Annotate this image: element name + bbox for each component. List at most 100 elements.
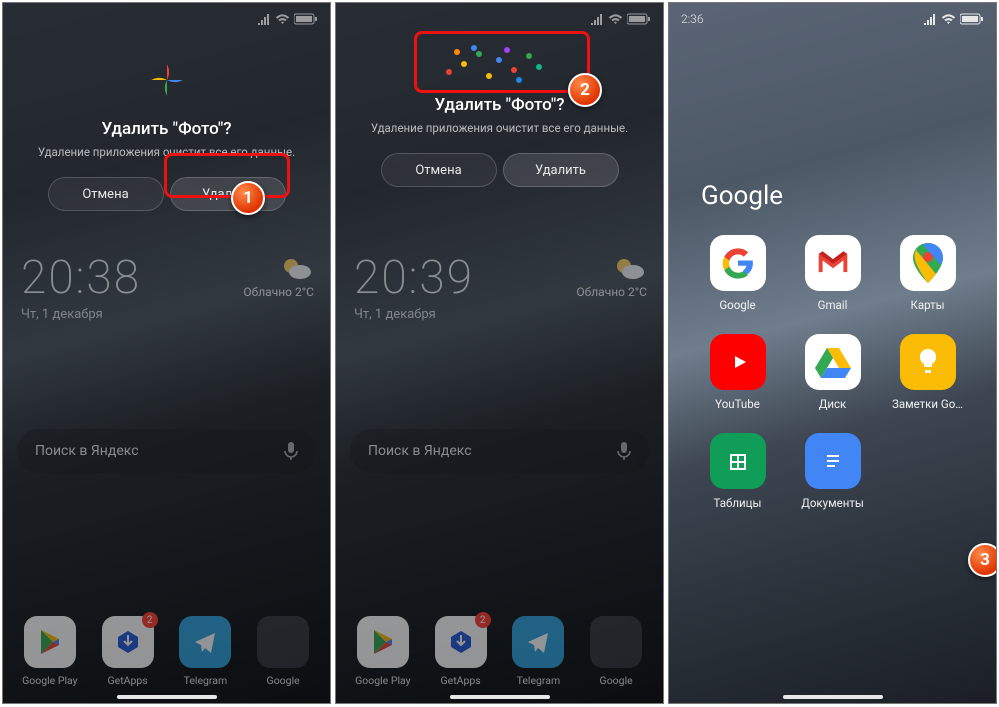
uninstall-dialog: Удалить "Фото"? Удаление приложения очис… xyxy=(3,47,330,211)
clock-time: 20:38 xyxy=(21,251,141,305)
uninstall-animation xyxy=(416,39,586,91)
clock-widget: 20:38 Чт, 1 декабря xyxy=(21,251,141,322)
cancel-button[interactable]: Отмена xyxy=(48,177,164,211)
weather-icon xyxy=(278,255,314,281)
dock-app-telegram[interactable]: Telegram xyxy=(507,616,569,687)
app-label: Документы xyxy=(792,496,874,510)
play-store-icon xyxy=(368,627,398,657)
wifi-icon xyxy=(608,13,623,25)
clock-widget: 20:39 Чт, 1 декабря xyxy=(354,251,474,322)
notification-badge: 2 xyxy=(142,612,158,628)
home-indicator[interactable] xyxy=(783,695,883,699)
dock-label: Telegram xyxy=(174,674,236,687)
weather-widget: Облачно 2°C xyxy=(576,255,647,299)
dock-app-google-play[interactable]: Google Play xyxy=(352,616,414,687)
app-gmail[interactable]: Gmail xyxy=(790,235,875,312)
weather-text: Облачно 2°C xyxy=(576,285,647,299)
signal-icon xyxy=(257,14,271,25)
telegram-icon xyxy=(190,627,220,657)
youtube-icon xyxy=(725,349,751,375)
app-label: Таблицы xyxy=(697,496,779,510)
signal-icon xyxy=(590,14,604,25)
dock-label: GetApps xyxy=(430,674,492,687)
microphone-icon[interactable] xyxy=(617,442,631,460)
dock-label: Google Play xyxy=(352,674,414,687)
step-badge-3: 3 xyxy=(968,543,997,577)
wifi-icon xyxy=(941,13,956,25)
search-placeholder: Поиск в Яндекс xyxy=(368,443,472,459)
dock-app-getapps[interactable]: 2 GetApps xyxy=(97,616,159,687)
battery-icon xyxy=(960,13,984,25)
dock-app-google-play[interactable]: Google Play xyxy=(19,616,81,687)
dock-label: GetApps xyxy=(97,674,159,687)
app-docs[interactable]: Документы xyxy=(790,433,875,510)
folder-icon xyxy=(590,616,642,668)
getapps-icon xyxy=(113,627,143,657)
sheets-icon xyxy=(727,447,749,475)
app-maps[interactable]: Карты xyxy=(885,235,970,312)
step-badge-2: 2 xyxy=(568,73,602,107)
search-placeholder: Поиск в Яндекс xyxy=(35,443,139,459)
dock-label: Google xyxy=(252,674,314,687)
status-indicators xyxy=(257,13,318,25)
app-keep[interactable]: Заметки Go… xyxy=(885,334,970,411)
dialog-title: Удалить "Фото"? xyxy=(3,119,330,139)
status-bar xyxy=(336,9,663,29)
app-label: Gmail xyxy=(792,298,874,312)
delete-button[interactable]: Удалить xyxy=(503,153,619,187)
weather-icon xyxy=(611,255,647,281)
maps-icon xyxy=(913,243,943,283)
dock-app-google-folder[interactable]: Google xyxy=(585,616,647,687)
app-youtube[interactable]: YouTube xyxy=(695,334,780,411)
dock-label: Google Play xyxy=(19,674,81,687)
dock-app-telegram[interactable]: Telegram xyxy=(174,616,236,687)
search-bar[interactable]: Поиск в Яндекс xyxy=(350,429,649,473)
home-indicator[interactable] xyxy=(450,695,550,699)
signal-icon xyxy=(923,14,937,25)
battery-icon xyxy=(294,13,318,25)
clock-date: Чт, 1 декабря xyxy=(21,307,141,322)
telegram-icon xyxy=(523,627,553,657)
clock-time: 20:39 xyxy=(354,251,474,305)
app-google[interactable]: Google xyxy=(695,235,780,312)
search-bar[interactable]: Поиск в Яндекс xyxy=(17,429,316,473)
dock-app-google-folder[interactable]: Google xyxy=(252,616,314,687)
cancel-button[interactable]: Отмена xyxy=(381,153,497,187)
dialog-subtitle: Удаление приложения очистит все его данн… xyxy=(3,145,330,159)
dock: Google Play 2 GetApps Telegram Google xyxy=(336,616,663,687)
docs-icon xyxy=(822,447,844,475)
clock-date: Чт, 1 декабря xyxy=(354,307,474,322)
microphone-icon[interactable] xyxy=(284,442,298,460)
weather-widget: Облачно 2°C xyxy=(243,255,314,299)
status-indicators xyxy=(923,13,984,25)
play-store-icon xyxy=(35,627,65,657)
status-bar xyxy=(3,9,330,29)
status-indicators xyxy=(590,13,651,25)
app-label: Заметки Go… xyxy=(887,397,969,411)
dock-app-getapps[interactable]: 2 GetApps xyxy=(430,616,492,687)
app-label: Карты xyxy=(887,298,969,312)
status-time: 2:36 xyxy=(681,12,704,26)
folder-icon xyxy=(257,616,309,668)
screenshot-2: Удалить "Фото"? Удаление приложения очис… xyxy=(335,2,664,704)
dock: Google Play 2 GetApps Telegram Google xyxy=(3,616,330,687)
folder-title: Google xyxy=(701,181,970,211)
status-bar: 2:36 xyxy=(669,9,996,29)
dialog-subtitle: Удаление приложения очистит все его данн… xyxy=(336,121,663,135)
app-drive[interactable]: Диск xyxy=(790,334,875,411)
weather-text: Облачно 2°C xyxy=(243,285,314,299)
delete-button[interactable]: Удалить xyxy=(170,177,286,211)
app-label: YouTube xyxy=(697,397,779,411)
getapps-icon xyxy=(446,627,476,657)
step-badge-1: 1 xyxy=(231,181,265,215)
dialog-title: Удалить "Фото"? xyxy=(336,95,663,115)
home-indicator[interactable] xyxy=(117,695,217,699)
dock-label: Google xyxy=(585,674,647,687)
app-label: Google xyxy=(697,298,779,312)
app-sheets[interactable]: Таблицы xyxy=(695,433,780,510)
google-folder: Google Google Gmail Карты YouTube Диск xyxy=(695,181,970,510)
keep-icon xyxy=(916,347,940,377)
dock-label: Telegram xyxy=(507,674,569,687)
uninstall-dialog: Удалить "Фото"? Удаление приложения очис… xyxy=(336,95,663,187)
drive-icon xyxy=(815,346,851,378)
